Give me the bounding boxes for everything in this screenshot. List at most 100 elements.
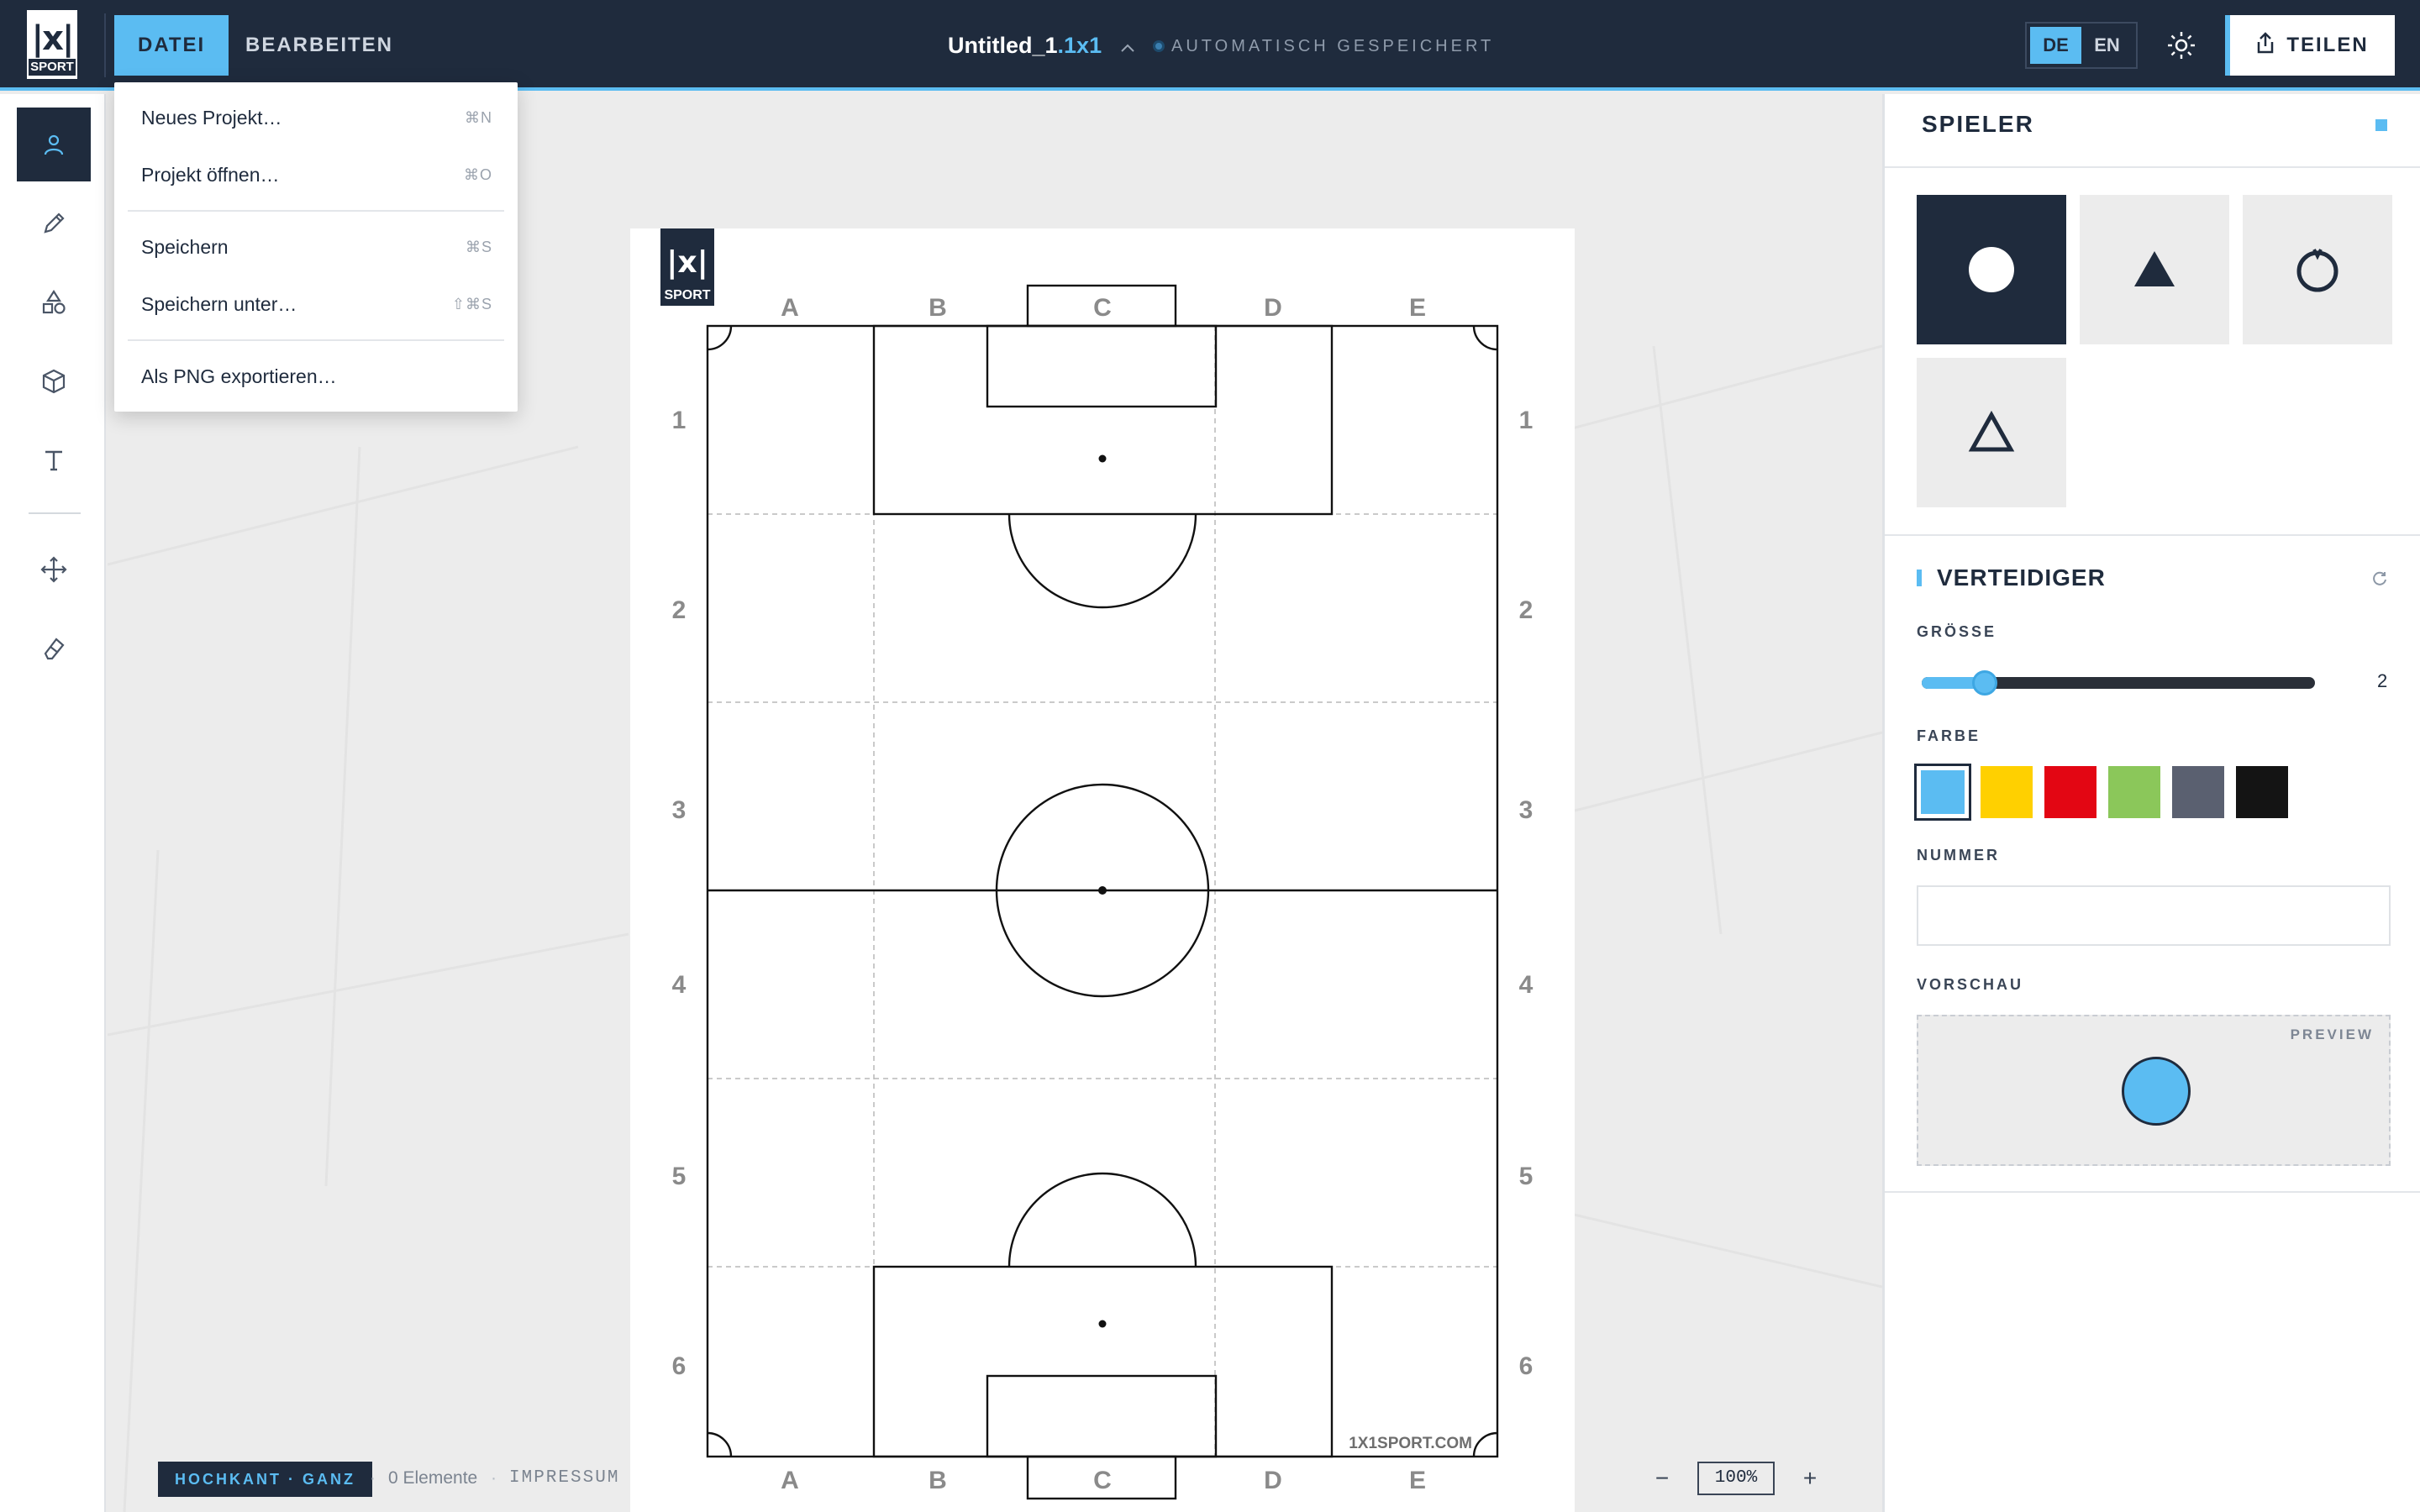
lang-en-button[interactable]: EN [2081, 27, 2133, 64]
row-label-right: 6 [1519, 1352, 1534, 1380]
soccer-pitch-diagram[interactable]: |x| SPORT A B C D E A B C D E 1 2 3 4 5 … [630, 228, 1575, 1512]
share-button[interactable]: TEILEN [2225, 15, 2395, 76]
number-label: NUMMER [1917, 847, 2000, 864]
menu-tab-datei[interactable]: DATEI [114, 15, 229, 76]
color-swatch[interactable] [2236, 766, 2288, 818]
logo-mark: |x| [31, 19, 74, 58]
panel-divider [1885, 166, 2420, 168]
filled-circle-icon [1969, 247, 2014, 292]
row-label-left: 1 [672, 407, 687, 434]
col-label-top: C [1093, 294, 1112, 322]
preview-tag: PREVIEW [2290, 1026, 2374, 1042]
menu-item-shortcut: ⇧⌘S [451, 295, 492, 312]
shape-option-filled-circle[interactable] [1917, 195, 2066, 344]
menu-item-label: Als PNG exportieren… [141, 365, 337, 387]
pitch-spots [1098, 454, 1107, 1328]
theme-toggle-sun-icon[interactable] [2166, 30, 2196, 60]
size-slider[interactable] [1922, 670, 2315, 696]
reset-icon[interactable] [2370, 570, 2389, 588]
menu-item-shortcut: ⌘S [465, 238, 492, 255]
autosave-status: AUTOMATISCH GESPEICHERT [1153, 35, 1494, 57]
lang-de-button[interactable]: DE [2030, 27, 2081, 64]
number-input[interactable] [1917, 885, 2391, 946]
pencil-icon [44, 213, 65, 234]
col-label-bottom: D [1264, 1467, 1282, 1494]
shape-option-outline-triangle[interactable] [1917, 358, 2066, 507]
text-icon [45, 450, 62, 471]
pitch-logo: |x| SPORT [660, 228, 714, 306]
shapes-icon [42, 289, 66, 314]
tool-move[interactable] [17, 533, 91, 606]
row-label-left: 5 [672, 1163, 687, 1190]
panel-divider [1885, 534, 2420, 536]
color-swatch[interactable] [2044, 766, 2096, 818]
color-swatch[interactable] [1981, 766, 2033, 818]
menu-separator [128, 210, 504, 212]
row-label-right: 4 [1519, 971, 1534, 999]
file-menu-dropdown: Neues Projekt… ⌘N Projekt öffnen… ⌘O Spe… [114, 82, 518, 412]
color-label: FARBE [1917, 727, 1981, 744]
ring-circle-icon [2296, 249, 2338, 292]
element-count: 0 Elemente [388, 1468, 478, 1488]
autosave-dot-icon [1153, 40, 1165, 52]
col-label-bottom: A [781, 1467, 799, 1494]
size-value: 2 [2377, 670, 2388, 691]
row-label-left: 2 [672, 596, 687, 624]
row-label-right: 2 [1519, 596, 1534, 624]
shape-option-filled-triangle[interactable] [2080, 195, 2229, 344]
menu-item-label: Speichern [141, 235, 229, 258]
size-label: GRÖSSE [1917, 623, 1997, 640]
pitch-sheet[interactable]: |x| SPORT A B C D E A B C D E 1 2 3 4 5 … [630, 228, 1575, 1512]
cube-icon [42, 369, 66, 394]
person-icon [44, 134, 64, 155]
menu-tab-bearbeiten[interactable]: BEARBEITEN [222, 15, 417, 76]
top-bar: |x| SPORT DATEI BEARBEITEN Untitled_1.1x… [0, 0, 2420, 91]
tool-erase[interactable] [17, 612, 91, 685]
tool-text[interactable] [17, 423, 91, 497]
document-title[interactable]: Untitled_1.1x1 [948, 32, 1135, 59]
panel-divider [1885, 1191, 2420, 1193]
menu-item-shortcut: ⌘O [463, 165, 492, 183]
status-separator: · [491, 1468, 497, 1488]
row-label-right: 1 [1519, 407, 1534, 434]
col-label-top: B [929, 294, 947, 322]
share-label: TEILEN [2286, 34, 2369, 56]
preview-box: PREVIEW [1917, 1015, 2391, 1166]
language-switch[interactable]: DE EN [2025, 22, 2138, 69]
properties-panel: SPIELER VERTEIDIGER GRÖSSE 2 FARBE NUMME… [1882, 94, 2420, 1512]
chevron-up-icon[interactable] [1113, 33, 1135, 58]
logo-word: SPORT [29, 59, 76, 76]
menu-item-save[interactable]: Speichern ⌘S [114, 222, 518, 272]
row-label-left: 4 [672, 971, 687, 999]
shape-option-ring-circle[interactable] [2243, 195, 2392, 344]
menu-item-new-project[interactable]: Neues Projekt… ⌘N [114, 92, 518, 143]
col-label-top: E [1409, 294, 1426, 322]
col-label-bottom: C [1093, 1467, 1112, 1494]
menu-item-save-as[interactable]: Speichern unter… ⇧⌘S [114, 279, 518, 329]
tool-sidebar [0, 94, 106, 1512]
topbar-divider [104, 13, 106, 77]
imprint-link[interactable]: IMPRESSUM [509, 1468, 619, 1488]
zoom-in-button[interactable]: + [1793, 1462, 1827, 1495]
tool-shapes[interactable] [17, 265, 91, 339]
tool-player[interactable] [17, 108, 91, 181]
menu-item-shortcut: ⌘N [465, 108, 492, 126]
menu-item-open-project[interactable]: Projekt öffnen… ⌘O [114, 150, 518, 200]
color-swatch[interactable] [1914, 764, 1971, 821]
tool-draw[interactable] [17, 186, 91, 260]
zoom-out-button[interactable]: − [1645, 1462, 1679, 1495]
color-swatch[interactable] [2172, 766, 2224, 818]
panel-title: SPIELER [1922, 111, 2034, 137]
zoom-level[interactable]: 100% [1697, 1462, 1775, 1495]
outline-triangle-icon [1968, 410, 2015, 452]
color-swatch[interactable] [2108, 766, 2160, 818]
col-label-top: D [1264, 294, 1282, 322]
row-label-right: 3 [1519, 796, 1534, 824]
tool-objects[interactable] [17, 344, 91, 418]
menu-item-export-png[interactable]: Als PNG exportieren… [114, 351, 518, 402]
size-slider-handle[interactable] [1971, 670, 1997, 696]
eraser-icon [44, 638, 65, 660]
col-label-bottom: E [1409, 1467, 1426, 1494]
menu-item-label: Speichern unter… [141, 292, 297, 315]
orientation-badge[interactable]: HOCHKANT · GANZ [158, 1462, 372, 1497]
